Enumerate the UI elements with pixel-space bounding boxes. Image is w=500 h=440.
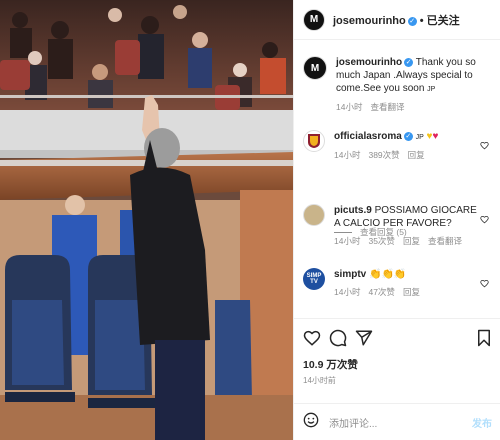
like-comment-heart-icon[interactable] bbox=[480, 211, 489, 224]
roma-logo-avatar[interactable] bbox=[303, 130, 325, 152]
comment-likes[interactable]: 35次赞 bbox=[368, 236, 394, 246]
like-count[interactable]: 10.9 万次赞 bbox=[303, 357, 358, 372]
like-comment-heart-icon[interactable] bbox=[480, 275, 489, 288]
comment-item: SIMP TV simptv 👏👏👏 14小时 47次赞 回复 bbox=[303, 268, 493, 299]
comment-translate-link[interactable]: 查看翻译 bbox=[428, 236, 462, 246]
caption-translate-link[interactable]: 查看翻译 bbox=[370, 102, 404, 112]
comment-username[interactable]: simptv bbox=[334, 269, 366, 280]
following-button[interactable]: 已关注 bbox=[427, 15, 460, 27]
reply-button[interactable]: 回复 bbox=[403, 236, 420, 246]
comment-text: JP bbox=[415, 134, 424, 141]
post-comment-button[interactable]: 发布 bbox=[472, 415, 492, 430]
post-actions: 10.9 万次赞 14小时前 bbox=[294, 318, 500, 408]
comment-time: 14小时 bbox=[334, 287, 361, 297]
share-icon[interactable] bbox=[355, 329, 373, 347]
verified-badge-icon: ✓ bbox=[407, 16, 417, 26]
action-bar bbox=[303, 329, 493, 349]
caption-time: 14小时 bbox=[336, 102, 363, 112]
reply-button[interactable]: 回复 bbox=[408, 150, 425, 160]
heart-icon[interactable] bbox=[303, 329, 321, 347]
comments-list[interactable]: M josemourinho ✓ Thank you so much Japan … bbox=[294, 48, 500, 316]
post-header: M josemourinho ✓ • 已关注 bbox=[294, 0, 500, 40]
post-time: 14小时前 bbox=[303, 376, 336, 385]
verified-badge-icon: ✓ bbox=[404, 58, 414, 67]
verified-badge-icon: ✓ bbox=[403, 132, 413, 141]
simptv-avatar[interactable]: SIMP TV bbox=[303, 268, 325, 290]
comment-likes[interactable]: 389次赞 bbox=[368, 150, 399, 160]
comment-item: officialasroma ✓ JP ♥♥ 14小时 389次赞 回复 bbox=[303, 130, 493, 162]
caption-username[interactable]: josemourinho bbox=[336, 57, 402, 68]
red-heart-icon: ♥ bbox=[432, 131, 439, 142]
comment-item: picuts.9 POSSIAMO GIOCARE A CALCIO PER F… bbox=[303, 204, 493, 248]
post-photo[interactable] bbox=[0, 0, 293, 440]
reply-button[interactable]: 回复 bbox=[403, 287, 420, 297]
stadium-photo bbox=[0, 0, 293, 440]
like-comment-heart-icon[interactable] bbox=[480, 137, 489, 150]
add-comment-input[interactable]: 添加评论... bbox=[329, 415, 444, 430]
emoji-icon[interactable] bbox=[303, 412, 319, 433]
bookmark-icon[interactable] bbox=[475, 329, 493, 347]
comment-icon[interactable] bbox=[329, 329, 347, 347]
comment-username[interactable]: picuts.9 bbox=[334, 205, 372, 216]
caption-avatar[interactable]: M bbox=[303, 56, 327, 80]
author-avatar[interactable]: M bbox=[303, 8, 325, 31]
comment-likes[interactable]: 47次赞 bbox=[368, 287, 394, 297]
author-username[interactable]: josemourinho bbox=[333, 15, 406, 27]
separator-dot: • bbox=[419, 14, 424, 27]
caption: M josemourinho ✓ Thank you so much Japan … bbox=[303, 56, 493, 114]
comment-time: 14小时 bbox=[334, 236, 361, 246]
comment-time: 14小时 bbox=[334, 150, 361, 160]
comment-username[interactable]: officialasroma bbox=[334, 131, 402, 142]
commenter-avatar[interactable] bbox=[303, 204, 325, 226]
comment-composer: 添加评论... 发布 bbox=[294, 403, 500, 440]
jp-flag-label: JP bbox=[427, 86, 436, 93]
post-side-panel: M josemourinho ✓ • 已关注 M josemourinho ✓ Than… bbox=[293, 0, 500, 440]
comment-text: 👏👏👏 bbox=[369, 269, 407, 280]
